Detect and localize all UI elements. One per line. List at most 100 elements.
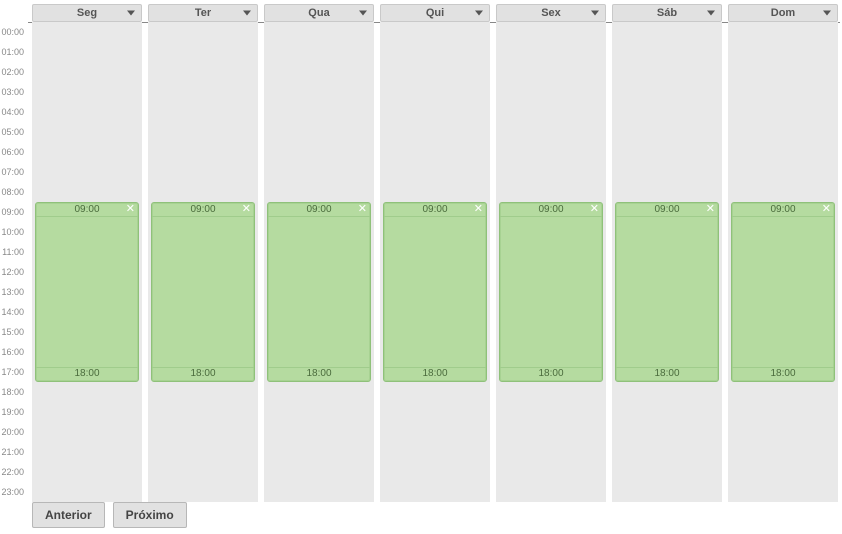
time-block[interactable]: 09:00✕ 18:00 [383,202,487,382]
close-icon[interactable]: ✕ [706,204,715,215]
close-icon[interactable]: ✕ [358,204,367,215]
event-start-row: 09:00 [384,203,486,217]
event-start-label: 09:00 [500,203,602,217]
hour-label: 14:00 [0,302,28,322]
close-icon[interactable]: ✕ [474,204,483,215]
event-end-row: 18:00 [500,367,602,381]
day-header-label: Qua [308,7,329,19]
day-body[interactable]: 09:00✕ 18:00 [496,22,606,502]
hour-label: 16:00 [0,342,28,362]
hour-label: 11:00 [0,242,28,262]
prev-button[interactable]: Anterior [32,502,105,528]
day-body[interactable]: 09:00✕ 18:00 [264,22,374,502]
event-end-label: 18:00 [384,367,486,381]
chevron-down-icon[interactable] [823,11,831,16]
day-body[interactable]: 09:00✕ 18:00 [380,22,490,502]
event-end-row: 18:00 [152,367,254,381]
day-column: Sáb 09:00✕ 18:00 [612,4,722,502]
event-end-label: 18:00 [500,367,602,381]
hour-label: 06:00 [0,142,28,162]
time-block[interactable]: 09:00✕ 18:00 [499,202,603,382]
day-body[interactable]: 09:00✕ 18:00 [148,22,258,502]
time-block[interactable]: 09:00✕ 18:00 [731,202,835,382]
day-header[interactable]: Qua [264,4,374,22]
day-header-label: Qui [426,7,444,19]
hour-label: 15:00 [0,322,28,342]
chevron-down-icon[interactable] [127,11,135,16]
chevron-down-icon[interactable] [243,11,251,16]
time-block[interactable]: 09:00✕ 18:00 [151,202,255,382]
hour-label: 03:00 [0,82,28,102]
event-start-row: 09:00 [152,203,254,217]
hour-label: 13:00 [0,282,28,302]
day-header-label: Ter [195,7,211,19]
hour-label: 07:00 [0,162,28,182]
close-icon[interactable]: ✕ [242,204,251,215]
day-column: Seg 09:00✕ 18:00 [32,4,142,502]
hour-label: 23:00 [0,482,28,502]
hour-label: 09:00 [0,202,28,222]
event-end-row: 18:00 [616,367,718,381]
close-icon[interactable]: ✕ [590,204,599,215]
event-end-row: 18:00 [268,367,370,381]
time-block[interactable]: 09:00✕ 18:00 [35,202,139,382]
event-start-row: 09:00 [732,203,834,217]
close-icon[interactable]: ✕ [126,204,135,215]
day-body[interactable]: 09:00✕ 18:00 [612,22,722,502]
event-start-row: 09:00 [500,203,602,217]
day-header-label: Dom [771,7,795,19]
day-header[interactable]: Sex [496,4,606,22]
event-start-label: 09:00 [152,203,254,217]
hour-label: 02:00 [0,62,28,82]
chevron-down-icon[interactable] [475,11,483,16]
hour-label: 04:00 [0,102,28,122]
day-header-label: Sáb [657,7,677,19]
event-end-label: 18:00 [36,367,138,381]
day-column: Qui 09:00✕ 18:00 [380,4,490,502]
day-column: Dom 09:00✕ 18:00 [728,4,838,502]
day-header-label: Sex [541,7,561,19]
event-start-row: 09:00 [268,203,370,217]
event-start-row: 09:00 [616,203,718,217]
time-block[interactable]: 09:00✕ 18:00 [267,202,371,382]
day-header[interactable]: Ter [148,4,258,22]
hour-label: 19:00 [0,402,28,422]
event-end-label: 18:00 [616,367,718,381]
event-start-label: 09:00 [732,203,834,217]
day-header[interactable]: Sáb [612,4,722,22]
event-end-label: 18:00 [268,367,370,381]
time-gutter: 00:0001:0002:0003:0004:0005:0006:0007:00… [0,22,28,502]
event-start-label: 09:00 [268,203,370,217]
footer-buttons: Anterior Próximo [32,502,187,528]
chevron-down-icon[interactable] [707,11,715,16]
day-column: Sex 09:00✕ 18:00 [496,4,606,502]
event-start-label: 09:00 [616,203,718,217]
chevron-down-icon[interactable] [359,11,367,16]
day-header-label: Seg [77,7,97,19]
hour-label: 17:00 [0,362,28,382]
day-column: Ter 09:00✕ 18:00 [148,4,258,502]
event-end-label: 18:00 [152,367,254,381]
day-column: Qua 09:00✕ 18:00 [264,4,374,502]
hour-label: 01:00 [0,42,28,62]
hour-label: 22:00 [0,462,28,482]
time-block[interactable]: 09:00✕ 18:00 [615,202,719,382]
hour-label: 20:00 [0,422,28,442]
close-icon[interactable]: ✕ [822,204,831,215]
event-start-label: 09:00 [36,203,138,217]
event-end-label: 18:00 [732,367,834,381]
day-header[interactable]: Dom [728,4,838,22]
day-columns: Seg09:00✕18:00Ter09:00✕18:00Qua09:00✕18:… [32,4,838,502]
chevron-down-icon[interactable] [591,11,599,16]
day-body[interactable]: 09:00✕ 18:00 [32,22,142,502]
day-body[interactable]: 09:00✕ 18:00 [728,22,838,502]
day-header[interactable]: Seg [32,4,142,22]
hour-label: 10:00 [0,222,28,242]
hour-label: 08:00 [0,182,28,202]
next-button[interactable]: Próximo [113,502,187,528]
event-start-label: 09:00 [384,203,486,217]
hour-label: 18:00 [0,382,28,402]
hour-label: 12:00 [0,262,28,282]
day-header[interactable]: Qui [380,4,490,22]
event-end-row: 18:00 [384,367,486,381]
